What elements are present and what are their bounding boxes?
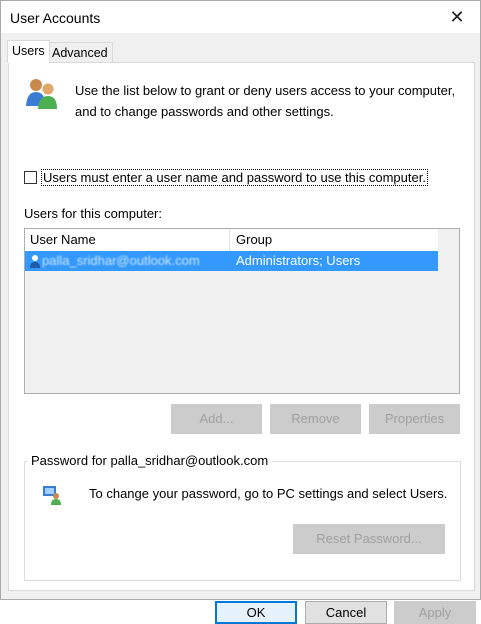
require-login-checkbox[interactable] bbox=[24, 171, 37, 184]
user-row-icon bbox=[30, 255, 40, 268]
dialog-client-area: Users Advanced Use the list below to gra… bbox=[1, 33, 480, 624]
password-instructions: To change your password, go to PC settin… bbox=[89, 486, 448, 501]
apply-button[interactable]: Apply bbox=[394, 601, 476, 624]
password-group-legend: Password for palla_sridhar@outlook.com bbox=[27, 453, 273, 468]
users-tab-panel: Use the list below to grant or deny user… bbox=[8, 62, 475, 591]
user-accounts-window: User Accounts ✕ Users Advanced Use the l… bbox=[0, 0, 481, 624]
password-icon bbox=[43, 486, 61, 505]
group-cell: Administrators; Users bbox=[236, 253, 361, 268]
require-login-label[interactable]: Users must enter a user name and passwor… bbox=[41, 169, 428, 186]
users-list[interactable]: User Name Group palla_sridhar@outlook.co… bbox=[24, 228, 460, 394]
add-button[interactable]: Add... bbox=[171, 404, 262, 434]
tab-users[interactable]: Users bbox=[7, 40, 50, 63]
list-scrollbar[interactable] bbox=[439, 229, 459, 393]
tab-advanced[interactable]: Advanced bbox=[47, 42, 113, 63]
user-name-cell: palla_sridhar@outlook.com bbox=[42, 253, 200, 268]
close-icon: ✕ bbox=[449, 6, 465, 27]
close-button[interactable]: ✕ bbox=[434, 1, 480, 33]
list-header: User Name Group bbox=[25, 229, 438, 251]
remove-button[interactable]: Remove bbox=[270, 404, 361, 434]
users-list-label: Users for this computer: bbox=[24, 206, 162, 221]
require-login-row[interactable]: Users must enter a user name and passwor… bbox=[24, 169, 428, 186]
title-bar: User Accounts ✕ bbox=[1, 1, 480, 33]
column-header-user-name[interactable]: User Name bbox=[25, 229, 230, 251]
password-group-box bbox=[24, 461, 461, 581]
cancel-button[interactable]: Cancel bbox=[305, 601, 387, 624]
ok-button[interactable]: OK bbox=[215, 601, 297, 624]
window-title: User Accounts bbox=[10, 10, 101, 26]
reset-password-button[interactable]: Reset Password... bbox=[293, 524, 445, 554]
users-icon bbox=[26, 79, 57, 109]
column-header-group[interactable]: Group bbox=[231, 229, 436, 251]
properties-button[interactable]: Properties bbox=[369, 404, 460, 434]
intro-text: Use the list below to grant or deny user… bbox=[75, 83, 456, 119]
table-row[interactable]: palla_sridhar@outlook.com Administrators… bbox=[25, 251, 438, 271]
